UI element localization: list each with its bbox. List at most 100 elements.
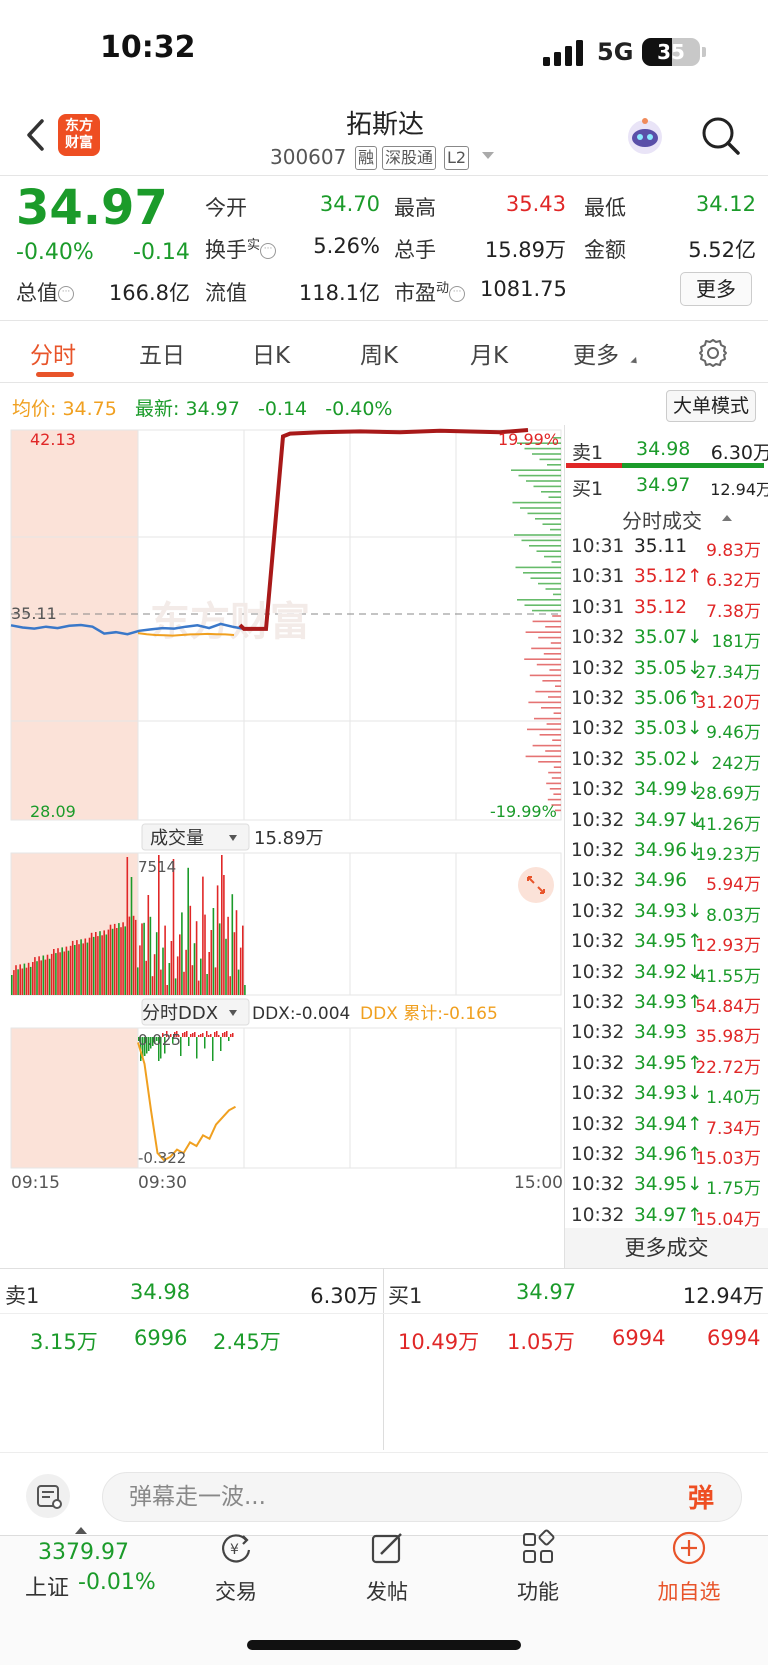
depth-bar (527, 512, 561, 515)
volume-bar (147, 895, 150, 995)
trade-volume: 41.55万 (695, 966, 761, 987)
danmu-toggle-button[interactable]: 弹 (688, 1478, 728, 1518)
nav-function[interactable]: 功能 (488, 1528, 588, 1606)
volume-bar (204, 914, 206, 995)
ddx-bar (208, 1035, 210, 1037)
volume-bar (206, 974, 208, 995)
nav-add-watchlist[interactable]: 加自选 (639, 1528, 739, 1606)
trade-row: 10:32 34.96↑ 15.03万 (571, 1144, 761, 1172)
trade-volume: 22.72万 (695, 1057, 761, 1078)
robot-assistant-icon[interactable] (623, 115, 667, 157)
trade-time: 10:32 (571, 779, 625, 801)
more-dots-icon[interactable]: ··· (260, 243, 277, 259)
danmu-input[interactable]: 弹幕走一波... (102, 1472, 742, 1522)
volume-bar (59, 952, 61, 995)
depth-bar (542, 523, 561, 525)
ddx-bar (230, 1034, 232, 1037)
gear-icon[interactable] (697, 337, 729, 369)
chevron-up-icon[interactable] (722, 515, 732, 521)
volume-bar (145, 960, 147, 995)
trade-row: 10:32 34.96↓ 19.23万 (571, 840, 761, 868)
volume-bar (176, 956, 179, 995)
ddx-bar (220, 1037, 222, 1051)
trade-time: 10:32 (571, 1113, 625, 1135)
battery-level: 35 (657, 40, 685, 64)
volume-bar (38, 956, 40, 995)
active-tab-indicator (36, 372, 74, 377)
volume-bar (216, 885, 219, 995)
back-button[interactable] (22, 115, 52, 155)
trade-row: 10:32 34.93 35.98万 (571, 1022, 761, 1050)
trade-row: 10:32 34.95↓ 1.75万 (571, 1174, 761, 1202)
tab-five-day[interactable]: 五日 (139, 336, 185, 370)
trade-volume: 242万 (711, 753, 761, 774)
chevron-up-icon[interactable] (75, 1527, 87, 1534)
index-value[interactable]: 3379.97 (38, 1540, 129, 1565)
volume-bar (120, 927, 122, 995)
expand-icon[interactable] (518, 867, 554, 903)
bottom-sell-label: 卖1 (5, 1284, 40, 1308)
nav-trade[interactable]: ¥ 交易 (186, 1528, 286, 1606)
trade-volume: 15.03万 (695, 1149, 761, 1169)
more-dots-icon[interactable]: ··· (449, 286, 466, 302)
trade-price: 34.96↑ (634, 1144, 703, 1165)
pre-market-shade (11, 1028, 138, 1168)
index-change[interactable]: -0.01% (78, 1570, 156, 1595)
volume-bar (172, 859, 175, 995)
comment-settings-icon[interactable] (26, 1474, 70, 1518)
volume-total: 15.89万 (254, 828, 324, 849)
tab-more[interactable]: 更多 (573, 336, 619, 370)
nav-post[interactable]: 发帖 (337, 1528, 437, 1606)
ddx-selector-label: 分时DDX (142, 1003, 218, 1024)
time-end-label: 15:00 (514, 1173, 563, 1193)
depth-bar (549, 788, 561, 790)
tab-weekly-k[interactable]: 周K (360, 336, 398, 370)
trades-title[interactable]: 分时成交 (622, 505, 702, 534)
ddx-bar (202, 1033, 204, 1037)
more-button[interactable]: 更多 (680, 272, 752, 306)
trade-price: 34.92↓ (634, 961, 703, 983)
float-cap-label: 流值 (205, 281, 247, 305)
volume-value: 15.89万 (484, 238, 566, 262)
high-value: 35.43 (505, 192, 566, 216)
more-trades-button[interactable]: 更多成交 (565, 1228, 768, 1268)
open-value: 34.70 (319, 192, 380, 216)
tab-monthly-k[interactable]: 月K (470, 336, 508, 370)
more-dots-icon[interactable]: ··· (58, 286, 74, 302)
stock-name[interactable]: 拓斯达 (300, 104, 470, 141)
bottom-buy-price: 34.97 (516, 1280, 577, 1304)
bottom-book-divider (0, 1268, 768, 1269)
depth-bar (518, 474, 561, 477)
tab-intraday[interactable]: 分时 (30, 336, 76, 370)
volume-bar (34, 957, 36, 995)
volume-bar (229, 976, 231, 995)
depth-bar (549, 669, 561, 671)
ddx-bar (226, 1031, 228, 1037)
depth-bar (548, 496, 561, 498)
intraday-chart[interactable]: 东方财富 42.13 28.09 35.11 19.99% -19.99% 成交… (0, 425, 564, 1270)
volume-bar (27, 962, 30, 995)
trade-time: 10:32 (571, 1144, 625, 1165)
trade-row: 10:32 34.93↑ 54.84万 (571, 992, 761, 1020)
volume-bar (185, 949, 187, 995)
ddx-bar (212, 1037, 214, 1061)
trade-price: 35.12 (634, 596, 687, 618)
index-name[interactable]: 上证 (25, 1570, 69, 1602)
trade-volume: 31.20万 (695, 693, 761, 713)
trade-time: 10:31 (571, 596, 625, 618)
trade-row: 10:32 34.92↓ 41.55万 (571, 962, 761, 990)
trade-row: 10:32 34.96 5.94万 (571, 870, 761, 898)
search-icon[interactable] (700, 115, 742, 157)
big-order-mode-button[interactable]: 大单模式 (666, 390, 756, 422)
depth-bar (555, 685, 561, 687)
chevron-down-icon[interactable] (482, 152, 494, 159)
volume-bar (99, 931, 101, 995)
l2-tag: L2 (444, 146, 470, 170)
ddx-bar (198, 1035, 200, 1037)
price-top-label: 42.13 (30, 430, 76, 449)
volume-bar (29, 966, 32, 995)
tab-daily-k[interactable]: 日K (252, 336, 290, 370)
trade-price: 35.12↑ (634, 566, 703, 588)
eastmoney-logo[interactable]: 东方 财富 (58, 114, 100, 156)
volume-bar (197, 980, 200, 995)
